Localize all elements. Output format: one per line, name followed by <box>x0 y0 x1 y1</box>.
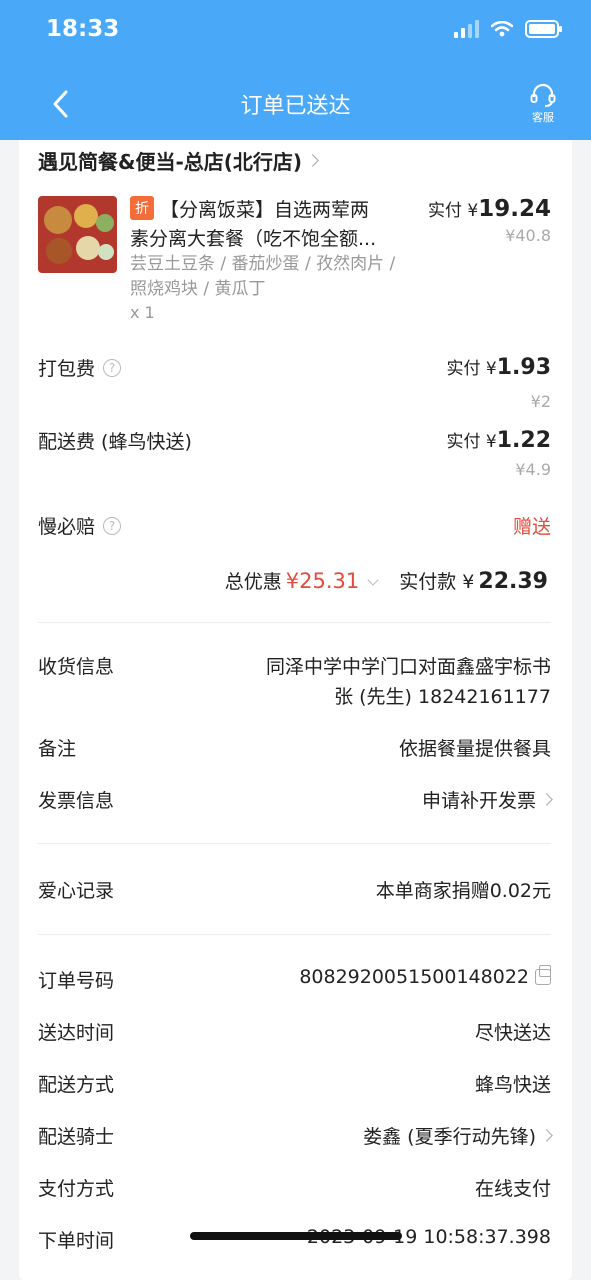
contact-text: 张 (先生) 18242161177 <box>334 686 551 708</box>
delivery-fee-paid: 实付 ¥1.22 <box>446 427 551 453</box>
note-label: 备注 <box>38 738 77 760</box>
item-paid-price: 实付 ¥19.24 <box>428 196 551 222</box>
packing-fee-paid: 实付 ¥1.93 <box>446 354 551 380</box>
guarantee-label: 慢必赔 ? <box>38 512 122 539</box>
chevron-right-icon <box>540 793 553 806</box>
home-indicator[interactable] <box>190 1232 402 1240</box>
discount-value[interactable]: ¥25.31 <box>286 569 359 593</box>
order-id-label: 订单号码 <box>38 970 115 992</box>
headset-icon <box>530 83 556 107</box>
chevron-right-icon <box>306 154 319 167</box>
order-id-value: 8082920051500148022 <box>299 966 529 988</box>
delivery-address: 同泽中学中学门口对面鑫盛宇标书 张 (先生) 18242161177 <box>211 652 551 712</box>
header: 18:33 订单已送达 客服 <box>0 0 591 140</box>
question-icon[interactable]: ? <box>103 516 122 535</box>
delivery-method-value: 蜂鸟快送 <box>474 1074 551 1096</box>
charity-label: 爱心记录 <box>38 880 115 902</box>
question-icon[interactable]: ? <box>103 358 122 377</box>
copy-icon[interactable] <box>535 965 551 985</box>
paid-value: 22.39 <box>478 569 548 594</box>
item-paid-prefix: 实付 ¥ <box>428 201 479 221</box>
guarantee-value: 赠送 <box>512 516 551 538</box>
invoice-value: 申请补开发票 <box>421 790 536 812</box>
shop-link[interactable]: 遇见简餐&便当-总店(北行店) <box>38 146 319 175</box>
order-time-label: 下单时间 <box>38 1230 115 1252</box>
item-title-line1: 【分离饭菜】自选两荤两 <box>160 199 370 221</box>
invoice-label: 发票信息 <box>38 790 115 812</box>
food-image <box>38 196 117 273</box>
guarantee-text: 慢必赔 <box>38 516 96 538</box>
delivery-info-label: 收货信息 <box>38 656 115 678</box>
rider-value: 娄鑫 (夏季行动先锋) <box>363 1126 536 1148</box>
item-original-price: ¥40.8 <box>505 226 551 245</box>
shop-name: 遇见简餐&便当-总店(北行店) <box>38 150 303 174</box>
delivery-fee-label: 配送费 (蜂鸟快送) <box>38 427 192 454</box>
payment-label: 支付方式 <box>38 1178 115 1200</box>
rider-link[interactable]: 娄鑫 (夏季行动先锋) <box>363 1122 553 1149</box>
item-title-line2: 素分离大套餐（吃不饱全额... <box>130 228 377 250</box>
item-paid-amount: 19.24 <box>478 196 551 222</box>
packing-fee-original: ¥2 <box>530 392 551 411</box>
chevron-down-icon[interactable] <box>367 574 379 586</box>
status-time: 18:33 <box>46 16 120 42</box>
status-icons <box>454 20 562 38</box>
page-title: 订单已送达 <box>240 94 351 119</box>
delivery-time-value: 尽快送达 <box>474 1022 551 1044</box>
rider-label: 配送骑士 <box>38 1126 115 1148</box>
delivery-fee-amount: 1.22 <box>496 428 551 453</box>
order-summary: 总优惠 ¥25.31 实付款 ¥ 22.39 <box>225 567 548 594</box>
address-text: 同泽中学中学门口对面鑫盛宇标书 <box>265 656 551 678</box>
customer-service-button[interactable]: 客服 <box>525 82 561 125</box>
item-quantity: x 1 <box>130 303 155 322</box>
battery-icon <box>525 20 562 38</box>
packing-fee-prefix: 实付 ¥ <box>446 359 497 379</box>
delivery-time-label: 送达时间 <box>38 1022 115 1044</box>
chevron-right-icon <box>540 1129 553 1142</box>
item-title[interactable]: 【分离饭菜】自选两荤两 素分离大套餐（吃不饱全额... <box>130 196 420 254</box>
charity-value: 本单商家捐赠0.02元 <box>375 880 551 902</box>
invoice-link[interactable]: 申请补开发票 <box>421 786 553 813</box>
discount-label: 总优惠 <box>224 571 282 593</box>
delivery-fee-original: ¥4.9 <box>515 460 551 479</box>
payment-value: 在线支付 <box>474 1178 551 1200</box>
cellular-signal-icon <box>454 20 479 38</box>
service-label: 客服 <box>532 111 554 124</box>
divider <box>38 843 551 844</box>
item-specs: 芸豆土豆条 / 番茄炒蛋 / 孜然肉片 / 照烧鸡块 / 黄瓜丁 <box>130 254 396 299</box>
delivery-method-label: 配送方式 <box>38 1074 115 1096</box>
paid-label: 实付款 ¥ <box>399 571 475 593</box>
delivery-fee-text: 配送费 (蜂鸟快送) <box>38 431 192 453</box>
packing-fee-text: 打包费 <box>38 358 96 380</box>
packing-fee-label: 打包费 ? <box>38 354 122 381</box>
note-value: 依据餐量提供餐具 <box>398 738 551 760</box>
divider <box>38 622 551 623</box>
order-detail-card: 遇见简餐&便当-总店(北行店) 折 【分离饭菜】自选两荤两 素分离大套餐（吃不饱… <box>19 140 572 1280</box>
delivery-fee-prefix: 实付 ¥ <box>446 432 497 452</box>
divider <box>38 934 551 935</box>
order-id: 8082920051500148022 <box>299 965 551 988</box>
packing-fee-amount: 1.93 <box>496 355 551 380</box>
wifi-icon <box>491 21 513 37</box>
